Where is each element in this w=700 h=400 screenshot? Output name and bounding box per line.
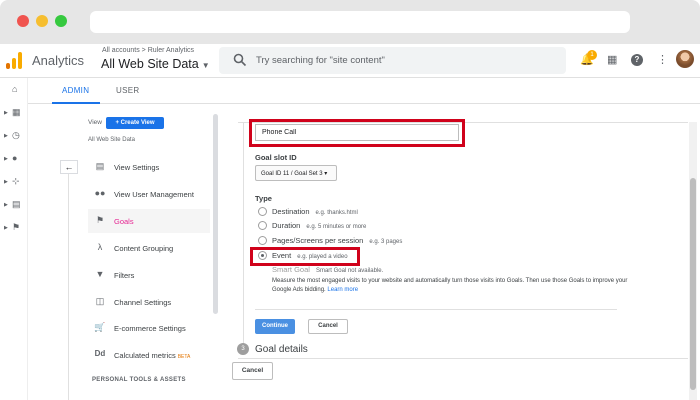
smart-goal-note: Smart Goal not available. <box>315 268 384 274</box>
active-tab-indicator <box>52 102 100 104</box>
acquisition-icon[interactable]: ▶ ⊹ <box>4 176 24 190</box>
dashboard-icon[interactable]: ▶ ▦ <box>4 107 24 121</box>
search-icon <box>233 53 247 67</box>
menu-item-filters[interactable]: ▼ Filters <box>88 263 210 287</box>
property-selector[interactable]: All Web Site Data ▼ <box>101 57 210 71</box>
menu-item-label: Content Grouping <box>114 244 174 253</box>
user-avatar[interactable] <box>676 50 694 68</box>
radio-button[interactable] <box>258 221 267 230</box>
step-number-badge: 3 <box>237 343 249 355</box>
help-icon[interactable]: ? <box>631 54 643 66</box>
app-header: Analytics All accounts > Ruler Analytics… <box>0 44 700 78</box>
cancel-button[interactable]: Cancel <box>308 319 348 334</box>
goal-slot-label: Goal slot ID <box>255 153 297 162</box>
section-label: PERSONAL TOOLS & ASSETS <box>92 377 186 383</box>
person-icon[interactable]: ▶ ● <box>4 153 24 167</box>
cart-icon: 🛒 <box>94 322 106 332</box>
notification-badge: 1 <box>587 50 597 60</box>
menu-item-channel-settings[interactable]: ◫ Channel Settings <box>88 290 210 314</box>
goal-type-label: Type <box>255 194 272 203</box>
maximize-window-button[interactable] <box>55 15 67 27</box>
tab-admin[interactable]: ADMIN <box>62 86 89 95</box>
menu-item-content-grouping[interactable]: λ Content Grouping <box>88 236 210 260</box>
flag-icon[interactable]: ▶ ⚑ <box>4 222 24 236</box>
filter-icon: ▼ <box>95 269 105 279</box>
close-window-button[interactable] <box>17 15 29 27</box>
divider <box>238 358 688 359</box>
goal-details-heading[interactable]: Goal details <box>255 344 308 355</box>
more-vert-icon[interactable]: ⋮ <box>657 53 668 66</box>
menu-item-label: Filters <box>114 271 135 280</box>
smart-goal-desc-text: Measure the most engaged visits to your … <box>272 278 628 293</box>
left-rail: ⌂ ▶ ▦ ▶ ◷ ▶ ● ▶ ⊹ ▶ ▤ ▶ ⚑ <box>0 78 28 400</box>
beta-badge: BETA <box>177 354 191 360</box>
admin-tab-bar: ADMIN USER <box>28 78 700 104</box>
main-scrollbar-thumb[interactable] <box>690 178 696 390</box>
smart-goal-row: Smart Goal Smart Goal not available. <box>272 265 383 274</box>
learn-more-link[interactable]: Learn more <box>327 287 358 293</box>
address-bar[interactable] <box>90 11 630 33</box>
view-label: View <box>88 119 102 126</box>
radio-button[interactable] <box>258 207 267 216</box>
menu-item-view-settings[interactable]: ▤ View Settings <box>88 155 210 179</box>
goal-slot-value: Goal ID 11 / Goal Set 3 <box>261 171 323 177</box>
menu-item-label: E-commerce Settings <box>114 324 186 333</box>
divider <box>243 122 244 348</box>
menu-item-ecommerce-settings[interactable]: 🛒 E-commerce Settings <box>88 316 210 340</box>
channel-icon: ◫ <box>95 296 105 306</box>
divider <box>68 174 69 400</box>
create-view-button[interactable]: + Create View <box>106 117 164 129</box>
smart-goal-label: Smart Goal <box>272 265 310 274</box>
minimize-window-button[interactable] <box>36 15 48 27</box>
radio-button[interactable] <box>258 236 267 245</box>
menu-item-label: Calculated metrics <box>114 351 176 360</box>
smart-goal-description: Measure the most engaged visits to your … <box>272 277 642 295</box>
users-icon: ●● <box>94 188 106 198</box>
goal-slot-select[interactable]: Goal ID 11 / Goal Set 3 ▾ <box>255 165 337 181</box>
tab-user[interactable]: USER <box>116 86 139 95</box>
menu-item-label: Channel Settings <box>114 298 172 307</box>
create-view-label: Create View <box>120 120 155 126</box>
browser-chrome <box>0 0 700 44</box>
app-name: Analytics <box>32 53 85 68</box>
radio-label: Duration <box>272 221 301 230</box>
view-column-scrollbar[interactable] <box>213 114 218 314</box>
highlight-box-event <box>250 247 360 266</box>
menu-item-label: Goals <box>114 217 134 226</box>
flag-icon: ⚑ <box>95 215 105 225</box>
back-arrow-button[interactable]: ← <box>60 160 78 174</box>
bottom-cancel-button[interactable]: Cancel <box>232 362 273 380</box>
search-placeholder: Try searching for "site content" <box>256 55 385 66</box>
divider <box>255 309 617 310</box>
radio-example: e.g. 3 pages <box>369 239 403 245</box>
grouping-icon: λ <box>97 242 103 252</box>
menu-item-calculated-metrics[interactable]: Dd Calculated metrics BETA <box>88 343 210 367</box>
menu-item-label: View User Management <box>114 190 194 199</box>
menu-item-label: View Settings <box>114 163 160 172</box>
menu-item-goals[interactable]: ⚑ Goals <box>88 209 210 233</box>
analytics-logo-icon <box>6 51 24 69</box>
document-icon: ▤ <box>95 161 105 171</box>
radio-label: Pages/Screens per session <box>272 236 364 245</box>
caret-down-icon: ▼ <box>201 61 210 70</box>
clock-icon[interactable]: ▶ ◷ <box>4 130 24 144</box>
caret-down-icon: ▾ <box>324 171 328 177</box>
dd-icon: Dd <box>94 349 106 358</box>
apps-grid-icon[interactable]: ▦ <box>607 53 617 66</box>
property-name: All Web Site Data <box>101 57 199 71</box>
highlight-box-goal-name <box>249 119 465 147</box>
menu-item-view-user-management[interactable]: ●● View User Management <box>88 182 210 206</box>
behavior-icon[interactable]: ▶ ▤ <box>4 199 24 213</box>
continue-button[interactable]: Continue <box>255 319 295 334</box>
view-name: All Web Site Data <box>88 137 135 143</box>
home-icon[interactable]: ⌂ <box>4 84 24 98</box>
arrow-left-icon: ← <box>64 162 74 172</box>
radio-label: Destination <box>272 207 310 216</box>
radio-example: e.g. 5 minutes or more <box>306 224 367 230</box>
radio-example: e.g. thanks.html <box>315 210 358 216</box>
account-breadcrumb[interactable]: All accounts > Ruler Analytics <box>102 47 194 54</box>
search-box[interactable]: Try searching for "site content" <box>219 47 566 74</box>
